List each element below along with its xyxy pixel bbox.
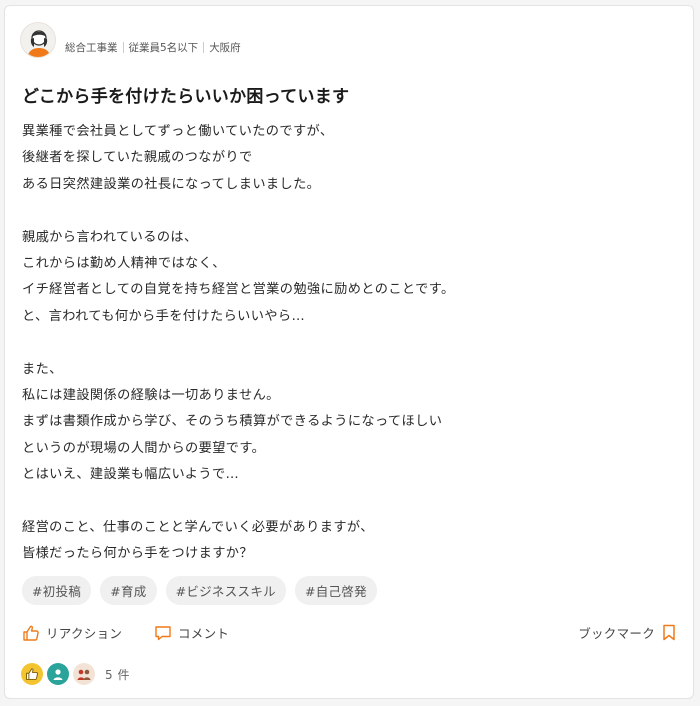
body-line: イチ経営者としての自覚を持ち経営と営業の勉強に励めとのことです。	[22, 282, 455, 298]
body-blank-line	[22, 330, 662, 356]
meta-prefecture: 大阪府	[209, 41, 241, 54]
body-line: また、	[22, 361, 63, 377]
body-line: これからは勤め人精神ではなく、	[22, 255, 226, 271]
comment-icon	[155, 625, 171, 640]
body-blank-line	[22, 488, 662, 514]
tag-chip[interactable]: #初投稿	[22, 576, 92, 605]
avatar[interactable]	[20, 22, 56, 58]
reaction-count: 5 件	[105, 667, 130, 682]
tag-chip[interactable]: #ビジネススキル	[165, 576, 286, 605]
comment-button[interactable]: コメント	[154, 623, 229, 642]
body-line: 私には建設関係の経験は一切ありません。	[22, 387, 280, 403]
reaction-summary[interactable]: 5 件	[21, 663, 130, 685]
meta-divider	[203, 41, 205, 53]
body-line: まずは書類作成から学び、そのうち積算ができるようになってほしい	[22, 414, 443, 430]
post-card: 総合工事業 従業員5名以下 大阪府 どこから手を付けたらいいか困っています 異業…	[4, 5, 694, 699]
body-line: とはいえ、建設業も幅広いようで…	[22, 467, 240, 483]
person-icon	[47, 663, 69, 685]
tag-list: #初投稿 #育成 #ビジネススキル #自己啓発	[22, 576, 377, 605]
thumbs-up-icon	[21, 663, 43, 685]
action-bar: リアクション コメント ブックマーク	[22, 623, 676, 645]
meta-industry: 総合工事業	[65, 41, 118, 54]
body-line: ある日突然建設業の社長になってしまいました。	[22, 176, 321, 192]
reaction-button[interactable]: リアクション	[22, 623, 122, 642]
reaction-label: リアクション	[46, 626, 123, 641]
meta-employees: 従業員5名以下	[128, 41, 199, 54]
post-title: どこから手を付けたらいいか困っています	[22, 87, 350, 107]
comment-label: コメント	[178, 626, 230, 641]
body-line: 親戚から言われているのは、	[22, 229, 198, 245]
meta-divider	[122, 41, 124, 53]
body-line: 経営のこと、仕事のことと学んでいく必要がありますが、	[22, 519, 374, 535]
group-icon	[73, 663, 95, 685]
bookmark-label: ブックマーク	[578, 626, 655, 641]
post-body: 異業種で会社員としてずっと働いていたのですが、 後継者を探していた親戚のつながりで…	[22, 119, 662, 568]
tag-chip[interactable]: #自己啓発	[294, 576, 377, 605]
poster-meta: 総合工事業 従業員5名以下 大阪府	[65, 40, 241, 55]
bookmark-icon	[663, 624, 675, 641]
body-line: 後継者を探していた親戚のつながりで	[22, 150, 253, 166]
body-line: というのが現場の人間からの要望です。	[22, 440, 266, 456]
body-blank-line	[22, 198, 662, 224]
post-header: 総合工事業 従業員5名以下 大阪府	[20, 22, 241, 58]
bookmark-button[interactable]: ブックマーク	[578, 623, 676, 642]
thumbs-up-icon	[23, 625, 39, 641]
body-line: と、言われても何から手を付けたらいいやら…	[22, 308, 306, 324]
body-line: 異業種で会社員としてずっと働いていたのですが、	[22, 124, 334, 139]
body-line: 皆様だったら何から手をつけますか？	[22, 546, 253, 562]
tag-chip[interactable]: #育成	[100, 576, 157, 605]
